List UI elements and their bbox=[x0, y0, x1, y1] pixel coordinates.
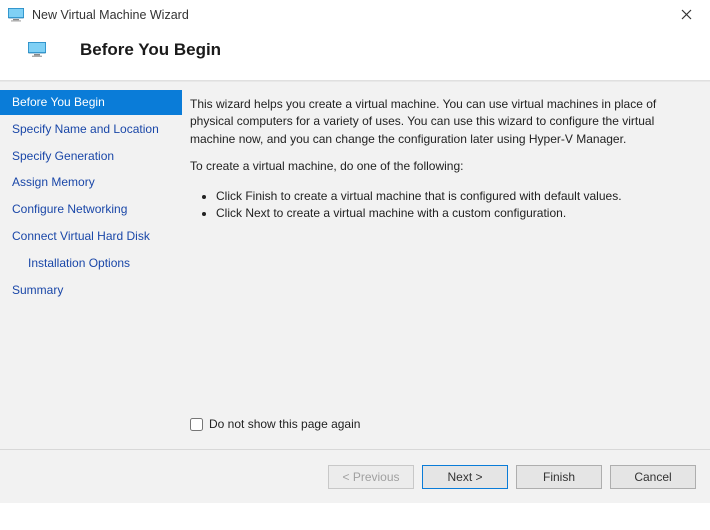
do-not-show-label[interactable]: Do not show this page again bbox=[209, 416, 360, 433]
cancel-button[interactable]: Cancel bbox=[610, 465, 696, 489]
app-monitor-icon bbox=[8, 8, 24, 22]
list-item: Click Finish to create a virtual machine… bbox=[216, 188, 694, 205]
next-button[interactable]: Next > bbox=[422, 465, 508, 489]
step-configure-networking[interactable]: Configure Networking bbox=[0, 197, 182, 222]
wizard-footer: < Previous Next > Finish Cancel bbox=[0, 449, 710, 503]
options-list: Click Finish to create a virtual machine… bbox=[190, 188, 694, 223]
finish-button[interactable]: Finish bbox=[516, 465, 602, 489]
step-assign-memory[interactable]: Assign Memory bbox=[0, 170, 182, 195]
do-not-show-row: Do not show this page again bbox=[190, 416, 694, 439]
step-installation-options[interactable]: Installation Options bbox=[0, 251, 182, 276]
list-item: Click Next to create a virtual machine w… bbox=[216, 205, 694, 222]
window-title: New Virtual Machine Wizard bbox=[32, 8, 672, 22]
do-not-show-checkbox[interactable] bbox=[190, 418, 203, 431]
previous-button: < Previous bbox=[328, 465, 414, 489]
page-title: Before You Begin bbox=[80, 40, 221, 60]
wizard-content: This wizard helps you create a virtual m… bbox=[182, 82, 710, 449]
page-monitor-icon bbox=[28, 42, 46, 58]
step-specify-generation[interactable]: Specify Generation bbox=[0, 144, 182, 169]
titlebar: New Virtual Machine Wizard bbox=[0, 0, 710, 30]
step-before-you-begin[interactable]: Before You Begin bbox=[0, 90, 182, 115]
intro-paragraph: This wizard helps you create a virtual m… bbox=[190, 96, 694, 148]
wizard-body: Before You Begin Specify Name and Locati… bbox=[0, 81, 710, 449]
prompt-paragraph: To create a virtual machine, do one of t… bbox=[190, 158, 694, 175]
step-summary[interactable]: Summary bbox=[0, 278, 182, 303]
close-button[interactable] bbox=[672, 4, 700, 26]
wizard-header: Before You Begin bbox=[0, 30, 710, 81]
close-icon bbox=[681, 7, 692, 23]
wizard-steps-sidebar: Before You Begin Specify Name and Locati… bbox=[0, 82, 182, 449]
step-connect-virtual-hard-disk[interactable]: Connect Virtual Hard Disk bbox=[0, 224, 182, 249]
step-specify-name-location[interactable]: Specify Name and Location bbox=[0, 117, 182, 142]
